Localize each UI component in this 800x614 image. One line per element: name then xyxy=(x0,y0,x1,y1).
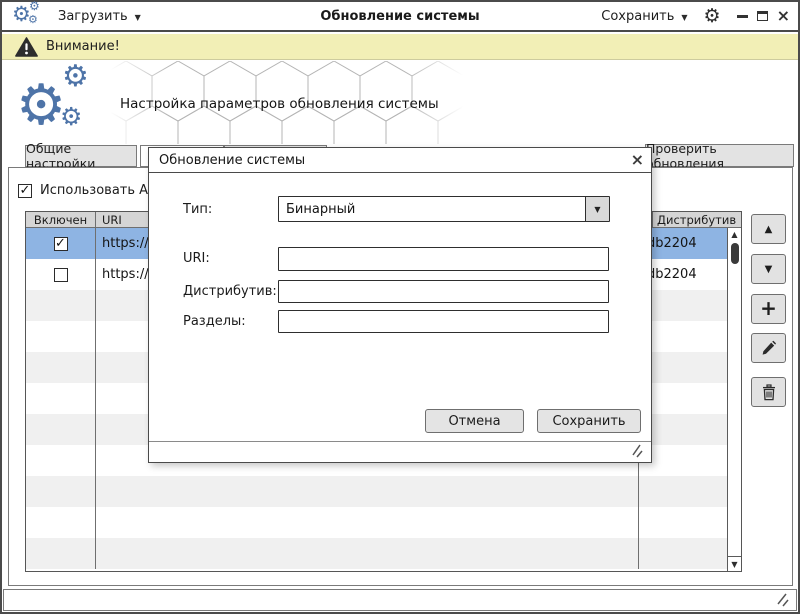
dialog-close-icon[interactable]: × xyxy=(631,150,644,170)
pencil-icon xyxy=(760,340,777,357)
status-bar xyxy=(3,589,797,611)
sections-label: Разделы: xyxy=(183,314,246,329)
column-header-distributive: Дистрибутив xyxy=(653,212,741,227)
dialog-titlebar[interactable]: Обновление системы xyxy=(149,148,651,173)
close-button[interactable]: × xyxy=(777,9,790,23)
warning-bar: Внимание! xyxy=(2,34,798,60)
trash-icon xyxy=(761,384,777,401)
type-combobox[interactable]: Бинарный ▼ xyxy=(278,196,610,222)
minimize-button[interactable] xyxy=(737,15,748,18)
maximize-button[interactable] xyxy=(757,11,768,21)
chevron-down-icon: ▼ xyxy=(135,11,141,22)
move-up-button[interactable]: ▲ xyxy=(751,214,786,244)
dialog-resize-grip-icon[interactable] xyxy=(628,444,644,458)
table-row-empty xyxy=(26,507,727,538)
sections-input[interactable] xyxy=(278,310,609,333)
delete-button[interactable] xyxy=(751,377,786,407)
uri-label: URI: xyxy=(183,251,210,266)
cancel-button-label: Отмена xyxy=(448,414,500,429)
app-window: ⚙ ⚙ ⚙ Загрузить ▼ Обновление системы Сох… xyxy=(0,0,800,614)
resize-grip-icon[interactable] xyxy=(774,592,790,607)
edit-button[interactable] xyxy=(751,333,786,363)
column-header-enabled: Включен xyxy=(26,212,96,227)
row-distributive: db2204 xyxy=(639,228,727,259)
save-button-label: Сохранить xyxy=(552,414,625,429)
add-button[interactable]: + xyxy=(751,294,786,324)
warning-triangle-icon xyxy=(15,37,38,57)
row-checkbox[interactable]: ✓ xyxy=(54,237,68,251)
distributive-input[interactable] xyxy=(278,280,609,303)
load-menu-label: Загрузить xyxy=(58,9,128,24)
type-label: Тип: xyxy=(183,202,212,217)
type-combobox-value: Бинарный xyxy=(279,197,585,221)
update-dialog: Обновление системы × Тип: Бинарный ▼ URI… xyxy=(148,147,652,463)
cancel-button[interactable]: Отмена xyxy=(425,409,524,433)
load-menu[interactable]: Загрузить ▼ xyxy=(58,9,141,24)
check-updates-label: Проверить обновления xyxy=(646,141,793,171)
uri-input[interactable] xyxy=(278,247,609,271)
window-title: Обновление системы xyxy=(320,9,479,24)
arrow-up-icon: ▲ xyxy=(765,224,773,235)
row-checkbox[interactable] xyxy=(54,268,68,282)
save-button[interactable]: Сохранить xyxy=(537,409,641,433)
scroll-down-button[interactable]: ▼ xyxy=(728,556,741,571)
use-aur-checkbox[interactable]: ✓ xyxy=(18,184,32,198)
move-down-button[interactable]: ▼ xyxy=(751,254,786,284)
dialog-footer-divider xyxy=(149,441,651,442)
dialog-title: Обновление системы xyxy=(159,153,305,168)
warning-text: Внимание! xyxy=(46,39,120,54)
combobox-arrow-icon[interactable]: ▼ xyxy=(585,197,609,221)
plus-icon: + xyxy=(760,299,777,319)
app-gears-icon: ⚙ ⚙ ⚙ xyxy=(12,3,44,29)
toolbar: ⚙ ⚙ ⚙ Загрузить ▼ Обновление системы Сох… xyxy=(2,2,798,32)
settings-gear-icon[interactable]: ⚙ xyxy=(704,7,721,26)
header-gears-icon: ⚙ ⚙ ⚙ xyxy=(16,66,108,140)
scroll-up-icon[interactable]: ▲ xyxy=(728,230,741,239)
scrollbar-thumb[interactable] xyxy=(731,243,739,264)
tab-general-settings[interactable]: Общие настройки xyxy=(25,145,137,167)
table-row-empty xyxy=(26,476,727,507)
table-scrollbar[interactable]: ▲ ▼ xyxy=(727,228,741,571)
check-updates-button[interactable]: Проверить обновления xyxy=(645,144,794,167)
distributive-label: Дистрибутив: xyxy=(183,284,277,299)
table-row-empty xyxy=(26,538,727,569)
page-title: Настройка параметров обновления системы xyxy=(120,96,439,112)
row-distributive: db2204 xyxy=(639,259,727,290)
arrow-down-icon: ▼ xyxy=(765,264,773,275)
use-aur-checkbox-row[interactable]: ✓ Использовать AUR xyxy=(18,183,167,198)
save-menu[interactable]: Сохранить ▼ xyxy=(601,9,687,24)
save-menu-label: Сохранить xyxy=(601,9,674,24)
chevron-down-icon: ▼ xyxy=(681,11,687,22)
